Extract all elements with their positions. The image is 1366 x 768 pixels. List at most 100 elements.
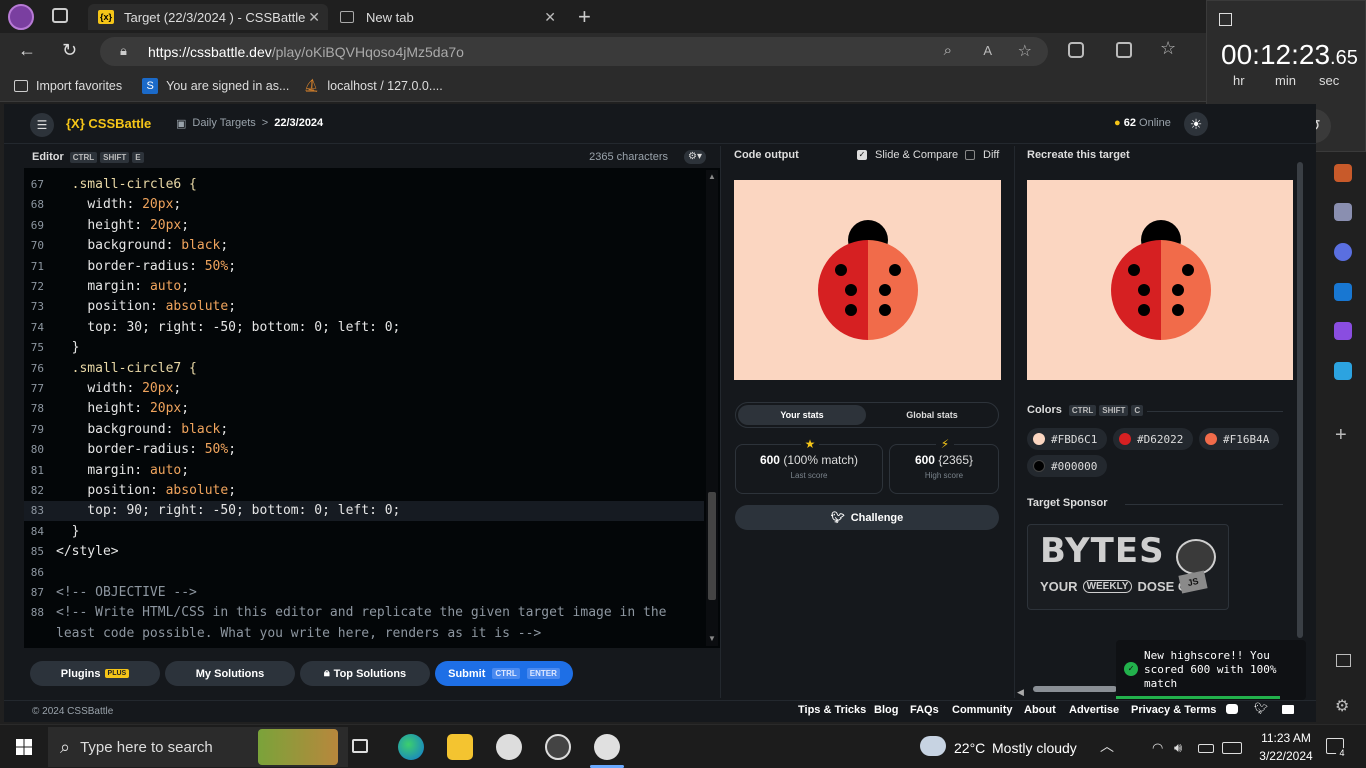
my-solutions-button[interactable]: My Solutions xyxy=(165,661,295,686)
code-line[interactable]: 68 width: 20px; xyxy=(24,195,704,215)
fav-signed-in[interactable]: S You are signed in as... xyxy=(142,77,289,94)
profile-avatar[interactable] xyxy=(8,4,34,30)
theme-sun-icon[interactable]: ☀ xyxy=(1184,112,1208,136)
tray-battery-icon[interactable] xyxy=(1198,744,1214,753)
target-scrollbar[interactable] xyxy=(1297,162,1303,638)
color-swatch-d62022[interactable]: #D62022 xyxy=(1113,428,1193,450)
taskbar-search[interactable]: ⌕ Type here to search xyxy=(48,727,348,767)
read-aloud-icon[interactable]: A xyxy=(983,43,992,58)
breadcrumb-daily[interactable]: Daily Targets xyxy=(192,117,255,130)
screenshot-icon[interactable] xyxy=(1336,654,1351,667)
footer-link-tips[interactable]: Tips & Tricks xyxy=(798,704,866,716)
footer-link-community[interactable]: Community xyxy=(952,704,1013,716)
plugins-button[interactable]: Plugins PLUS xyxy=(30,661,160,686)
tab-cssbattle[interactable]: {x} Target (22/3/2024 ) - CSSBattle ✕ xyxy=(88,4,328,30)
favorites-icon[interactable]: ☆ xyxy=(1160,38,1176,59)
weather-temp[interactable]: 22°C xyxy=(954,740,985,756)
code-line[interactable]: 79 background: black; xyxy=(24,420,704,440)
clock-time[interactable]: 11:23 AM xyxy=(1256,731,1316,745)
code-line[interactable]: 82 position: absolute; xyxy=(24,481,704,501)
menu-icon[interactable]: ☰ xyxy=(30,113,54,137)
code-line[interactable]: 76 .small-circle7 { xyxy=(24,359,704,379)
tray-keyboard-icon[interactable] xyxy=(1222,742,1242,754)
weather-text[interactable]: Mostly cloudy xyxy=(992,740,1077,756)
scroll-left-icon[interactable]: ◀ xyxy=(1017,687,1024,697)
explorer-taskbar-icon[interactable] xyxy=(447,734,473,760)
discord-icon[interactable] xyxy=(1226,704,1238,714)
zoom-icon[interactable]: ⌕ xyxy=(944,42,952,59)
settings-gear-icon[interactable]: ⚙ xyxy=(1335,696,1349,716)
tab-global-stats[interactable]: Global stats xyxy=(868,405,996,425)
favorite-star-icon[interactable]: ☆ xyxy=(1018,41,1032,61)
tray-chevron-icon[interactable]: ︿ xyxy=(1100,736,1114,756)
code-line[interactable]: 85 </style> xyxy=(24,542,704,562)
target-image[interactable] xyxy=(1027,180,1293,380)
toolbox-icon[interactable] xyxy=(1334,164,1352,182)
chatgpt-taskbar-icon[interactable] xyxy=(496,734,522,760)
code-line[interactable]: 81 margin: auto; xyxy=(24,461,704,481)
designer-icon[interactable] xyxy=(1334,322,1352,340)
code-line[interactable]: 70 background: black; xyxy=(24,236,704,256)
slide-compare-checkbox[interactable]: ✓ xyxy=(857,150,867,160)
code-line[interactable]: 77 width: 20px; xyxy=(24,379,704,399)
footer-link-advertise[interactable]: Advertise xyxy=(1069,704,1119,716)
games-icon[interactable] xyxy=(1334,203,1352,221)
footer-link-privacy[interactable]: Privacy & Terms xyxy=(1131,704,1216,716)
extensions-icon[interactable] xyxy=(1068,42,1084,58)
code-output-preview[interactable] xyxy=(734,180,1001,380)
tab-new-tab[interactable]: New tab ✕ xyxy=(332,4,564,30)
tab-actions-icon[interactable] xyxy=(52,8,68,23)
code-line[interactable]: 88 <!-- Write HTML/CSS in this editor and… xyxy=(24,603,704,623)
color-swatch-fbd6c1[interactable]: #FBD6C1 xyxy=(1027,428,1107,450)
copilot-icon[interactable] xyxy=(1334,243,1352,261)
code-line[interactable]: 78 height: 20px; xyxy=(24,399,704,419)
challenge-button[interactable]: 🐦︎ Challenge xyxy=(735,505,999,530)
code-line[interactable]: 80 border-radius: 50%; xyxy=(24,440,704,460)
scroll-up-icon[interactable]: ▲ xyxy=(708,172,716,181)
code-line[interactable]: 87 <!-- OBJECTIVE --> xyxy=(24,583,704,603)
split-screen-icon[interactable] xyxy=(1116,42,1132,58)
footer-link-faqs[interactable]: FAQs xyxy=(910,704,939,716)
tray-volume-icon[interactable]: 🔊︎ xyxy=(1174,740,1182,756)
code-line[interactable]: least code possible. What you write here… xyxy=(24,624,704,644)
footer-link-blog[interactable]: Blog xyxy=(874,704,898,716)
code-line[interactable]: 83 top: 90; right: -50; bottom: 0; left:… xyxy=(24,501,704,522)
code-line[interactable]: 84 } xyxy=(24,522,704,542)
editor-settings-icon[interactable]: ⚙▾ xyxy=(684,150,706,164)
expand-icon[interactable] xyxy=(1219,13,1232,26)
back-arrow-icon[interactable]: ← xyxy=(18,40,36,61)
scrollbar-thumb[interactable] xyxy=(1033,686,1117,692)
tray-network-icon[interactable]: ◠ xyxy=(1152,740,1163,756)
scrollbar-thumb[interactable] xyxy=(708,492,716,600)
fav-import[interactable]: Import favorites xyxy=(14,79,122,93)
diff-checkbox[interactable] xyxy=(965,150,975,160)
code-line[interactable]: 72 margin: auto; xyxy=(24,277,704,297)
task-view-icon[interactable] xyxy=(352,739,368,753)
close-tab-icon[interactable]: ✕ xyxy=(308,9,320,26)
color-swatch-000000[interactable]: #000000 xyxy=(1027,455,1107,477)
reload-icon[interactable]: ↻ xyxy=(62,40,77,61)
edge-taskbar-icon[interactable] xyxy=(398,734,424,760)
horizontal-scrollbar[interactable]: ◀ xyxy=(1017,684,1117,697)
mail-icon[interactable] xyxy=(1282,705,1294,714)
sponsor-banner[interactable]: BYTES YOUR WEEKLY DOSE OF JS xyxy=(1027,524,1229,610)
clock-date[interactable]: 3/22/2024 xyxy=(1254,749,1318,763)
code-line[interactable]: 75 } xyxy=(24,338,704,358)
outlook-icon[interactable] xyxy=(1334,283,1352,301)
top-solutions-button[interactable]: 🔒︎ Top Solutions xyxy=(300,661,430,686)
submit-button[interactable]: Submit CTRL ENTER xyxy=(435,661,573,686)
code-line[interactable]: 69 height: 20px; xyxy=(24,216,704,236)
code-line[interactable]: 86 xyxy=(24,563,704,583)
fav-localhost[interactable]: ⛵︎ localhost / 127.0.0.... xyxy=(303,78,443,94)
footer-link-about[interactable]: About xyxy=(1024,704,1056,716)
color-swatch-f16b4a[interactable]: #F16B4A xyxy=(1199,428,1279,450)
scroll-down-icon[interactable]: ▼ xyxy=(708,634,716,643)
tab-your-stats[interactable]: Your stats xyxy=(738,405,866,425)
code-line[interactable]: 67 .small-circle6 { xyxy=(24,175,704,195)
code-line[interactable]: 73 position: absolute; xyxy=(24,297,704,317)
drop-icon[interactable] xyxy=(1334,362,1352,380)
media-player-taskbar-icon[interactable] xyxy=(545,734,571,760)
yandex-taskbar-icon[interactable] xyxy=(594,734,620,760)
code-line[interactable]: 74 top: 30; right: -50; bottom: 0; left:… xyxy=(24,318,704,338)
windows-start-icon[interactable] xyxy=(16,739,32,755)
